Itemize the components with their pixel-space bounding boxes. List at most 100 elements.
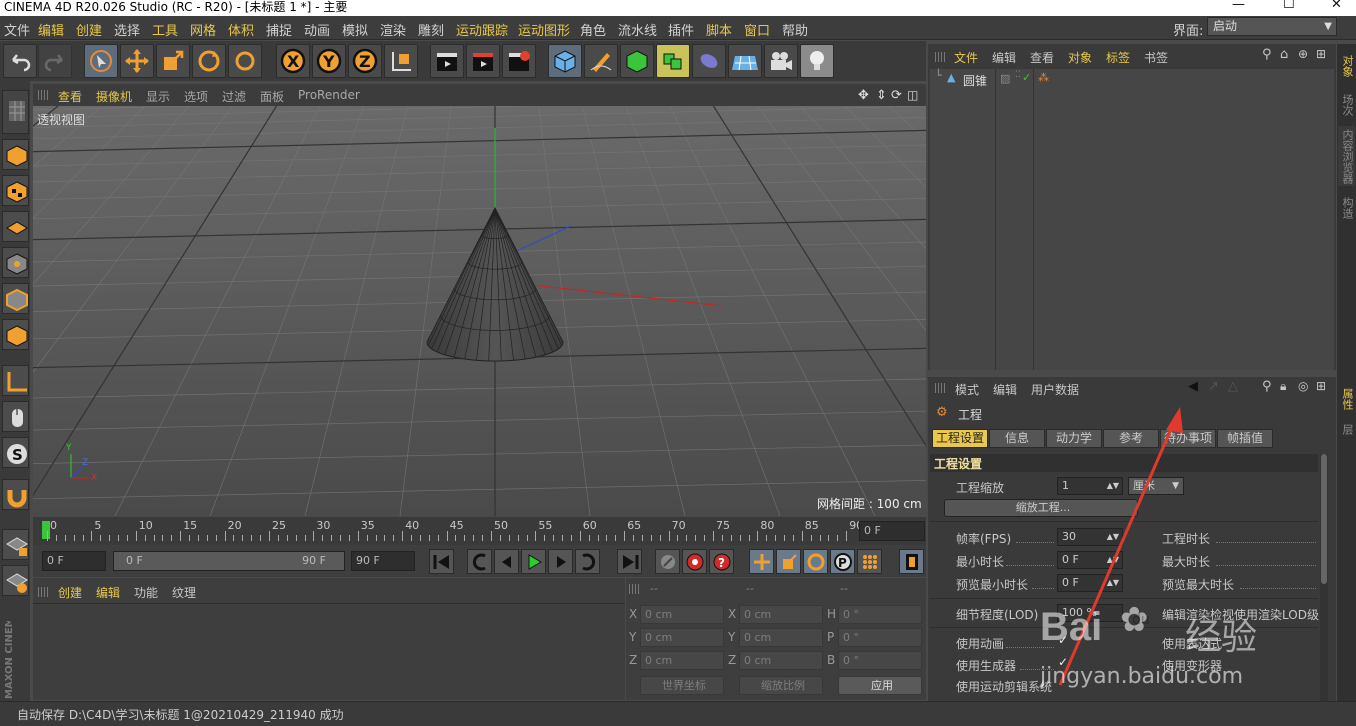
coord-pos-x-field[interactable]: 0 cm [640, 605, 724, 624]
render-settings-button[interactable] [502, 44, 536, 78]
planar-workplane-button[interactable] [2, 565, 29, 596]
undo-button[interactable] [3, 44, 37, 78]
texture-mode-button[interactable] [2, 175, 29, 206]
light-button[interactable] [800, 44, 834, 78]
frame-range-slider[interactable]: 0 F 90 F [113, 551, 345, 571]
tab-interpolation[interactable]: 帧插值 [1217, 429, 1273, 448]
attr-menu-edit[interactable]: 编辑 [993, 381, 1017, 398]
viewport-menu-panel[interactable]: 面板 [260, 88, 284, 105]
menu-snap[interactable]: 捕捉 [266, 20, 292, 39]
points-mode-button[interactable] [2, 247, 29, 278]
x-axis-lock-button[interactable]: X [276, 44, 310, 78]
material-menu-texture[interactable]: 纹理 [172, 584, 196, 601]
maximize-button[interactable]: ☐ [1283, 0, 1295, 12]
coord-pos-y-field[interactable]: 0 cm [640, 628, 724, 647]
menu-mograph[interactable]: 运动图形 [518, 20, 570, 39]
deformer-button[interactable] [692, 44, 726, 78]
snapping-button[interactable]: S [2, 437, 29, 468]
tweak-mode-button[interactable] [2, 401, 29, 432]
viewport-maximize-icon[interactable]: ◫ [907, 88, 918, 102]
key-rotation-button[interactable] [803, 549, 828, 574]
recent-tool-button[interactable] [228, 44, 262, 78]
menu-edit[interactable]: 编辑 [38, 20, 64, 39]
tab-info[interactable]: 信息 [989, 429, 1045, 448]
current-frame-field[interactable]: 0 F [859, 521, 925, 541]
key-scale-button[interactable] [776, 549, 801, 574]
attr-scrollbar[interactable] [1320, 454, 1328, 704]
camera-button[interactable] [764, 44, 798, 78]
panel-menu-icon[interactable]: ⊞ [1316, 379, 1326, 393]
array-button[interactable] [656, 44, 690, 78]
menu-plugins[interactable]: 插件 [668, 20, 694, 39]
lock-workplane-button[interactable] [2, 529, 29, 560]
object-name[interactable]: 圆锥 [963, 72, 987, 89]
model-mode-button[interactable] [2, 139, 29, 170]
menu-motion-tracking[interactable]: 运动跟踪 [456, 20, 508, 39]
previous-key-button[interactable] [467, 549, 492, 574]
play-button[interactable] [521, 549, 546, 574]
live-selection-button[interactable] [84, 44, 118, 78]
menu-file[interactable]: 文件 [4, 20, 30, 39]
axis-mode-button[interactable] [2, 365, 29, 396]
up-arrow-icon[interactable]: ↗ [1208, 379, 1219, 394]
polygons-mode-button[interactable] [2, 319, 29, 350]
menu-pipeline[interactable]: 流水线 [618, 20, 657, 39]
dock-tab-objects[interactable]: 对象 [1338, 48, 1355, 84]
enabled-check-icon[interactable]: ✓ [1022, 71, 1031, 84]
redo-button[interactable] [38, 44, 72, 78]
menu-render[interactable]: 渲染 [380, 20, 406, 39]
dock-tab-takes[interactable]: 场次 [1338, 88, 1355, 122]
close-button[interactable]: ✕ [1331, 0, 1342, 12]
coord-size-x-field[interactable]: 0 cm [739, 605, 823, 624]
workplane-button[interactable] [2, 211, 29, 242]
objects-menu-objects[interactable]: 对象 [1068, 49, 1092, 66]
render-picture-viewer-button[interactable] [466, 44, 500, 78]
attr-menu-mode[interactable]: 模式 [955, 381, 979, 398]
forward-arrow-icon[interactable]: △ [1228, 379, 1238, 394]
record-keys-button[interactable] [655, 549, 680, 574]
dock-tab-structure[interactable]: 构造 [1338, 190, 1355, 226]
new-view-icon[interactable]: ⊕ [1298, 47, 1308, 61]
perspective-viewport[interactable]: 透视视图 Y Z X 网格间距 : 100 cm [33, 106, 926, 516]
world-coord-select[interactable]: 世界坐标 [640, 676, 724, 695]
keyframe-selection-button[interactable]: ? [709, 549, 734, 574]
scale-mode-select[interactable]: 缩放比例 [739, 676, 823, 695]
go-to-end-button[interactable] [617, 549, 642, 574]
make-editable-button[interactable] [2, 90, 29, 134]
objects-menu-tags[interactable]: 标签 [1106, 49, 1130, 66]
start-frame-field[interactable]: 0 F [42, 551, 106, 571]
key-parameter-button[interactable]: P [830, 549, 855, 574]
go-to-start-button[interactable] [429, 549, 454, 574]
menu-mesh[interactable]: 网格 [190, 20, 216, 39]
tab-project-settings[interactable]: 工程设置 [932, 429, 988, 448]
visibility-dots-icon[interactable]: ⁚⁚ [1015, 70, 1021, 80]
menu-create[interactable]: 创建 [76, 20, 102, 39]
home-icon[interactable]: ⌂ [1280, 47, 1288, 62]
key-pla-button[interactable] [857, 549, 882, 574]
subdivision-button[interactable] [620, 44, 654, 78]
viewport-nav-zoom-icon[interactable]: ⇕ [876, 88, 887, 103]
menu-character[interactable]: 角色 [580, 20, 606, 39]
menu-animate[interactable]: 动画 [304, 20, 330, 39]
magnet-button[interactable] [2, 479, 29, 510]
dock-tab-content-browser[interactable]: 内容浏览器 [1338, 126, 1355, 186]
rotate-tool-button[interactable] [192, 44, 226, 78]
dock-tab-layers[interactable]: 层 [1338, 419, 1355, 439]
viewport-menu-prorender[interactable]: ProRender [298, 88, 360, 102]
coordinate-system-button[interactable] [384, 44, 418, 78]
end-frame-field[interactable]: 90 F [351, 551, 415, 571]
coord-size-z-field[interactable]: 0 cm [739, 651, 823, 670]
coord-rot-p-field[interactable]: 0 ° [838, 628, 922, 647]
timeline-ruler[interactable]: 0 5 10 15 20 25 30 35 40 45 50 55 60 65 70 75 80 85 90 0 F [33, 517, 926, 545]
coord-pos-z-field[interactable]: 0 cm [640, 651, 724, 670]
phong-tag-icon[interactable]: ⁂ [1038, 71, 1049, 84]
pen-tool-button[interactable] [584, 44, 618, 78]
menu-simulate[interactable]: 模拟 [342, 20, 368, 39]
menu-tools[interactable]: 工具 [152, 20, 178, 39]
material-menu-edit[interactable]: 编辑 [96, 584, 120, 601]
menu-window[interactable]: 窗口 [744, 20, 770, 39]
layout-select[interactable]: 启动 ▼ [1207, 17, 1337, 36]
y-axis-lock-button[interactable]: Y [312, 44, 346, 78]
search-icon[interactable]: ⚲ [1262, 379, 1272, 394]
back-arrow-icon[interactable]: ◀ [1188, 379, 1198, 394]
